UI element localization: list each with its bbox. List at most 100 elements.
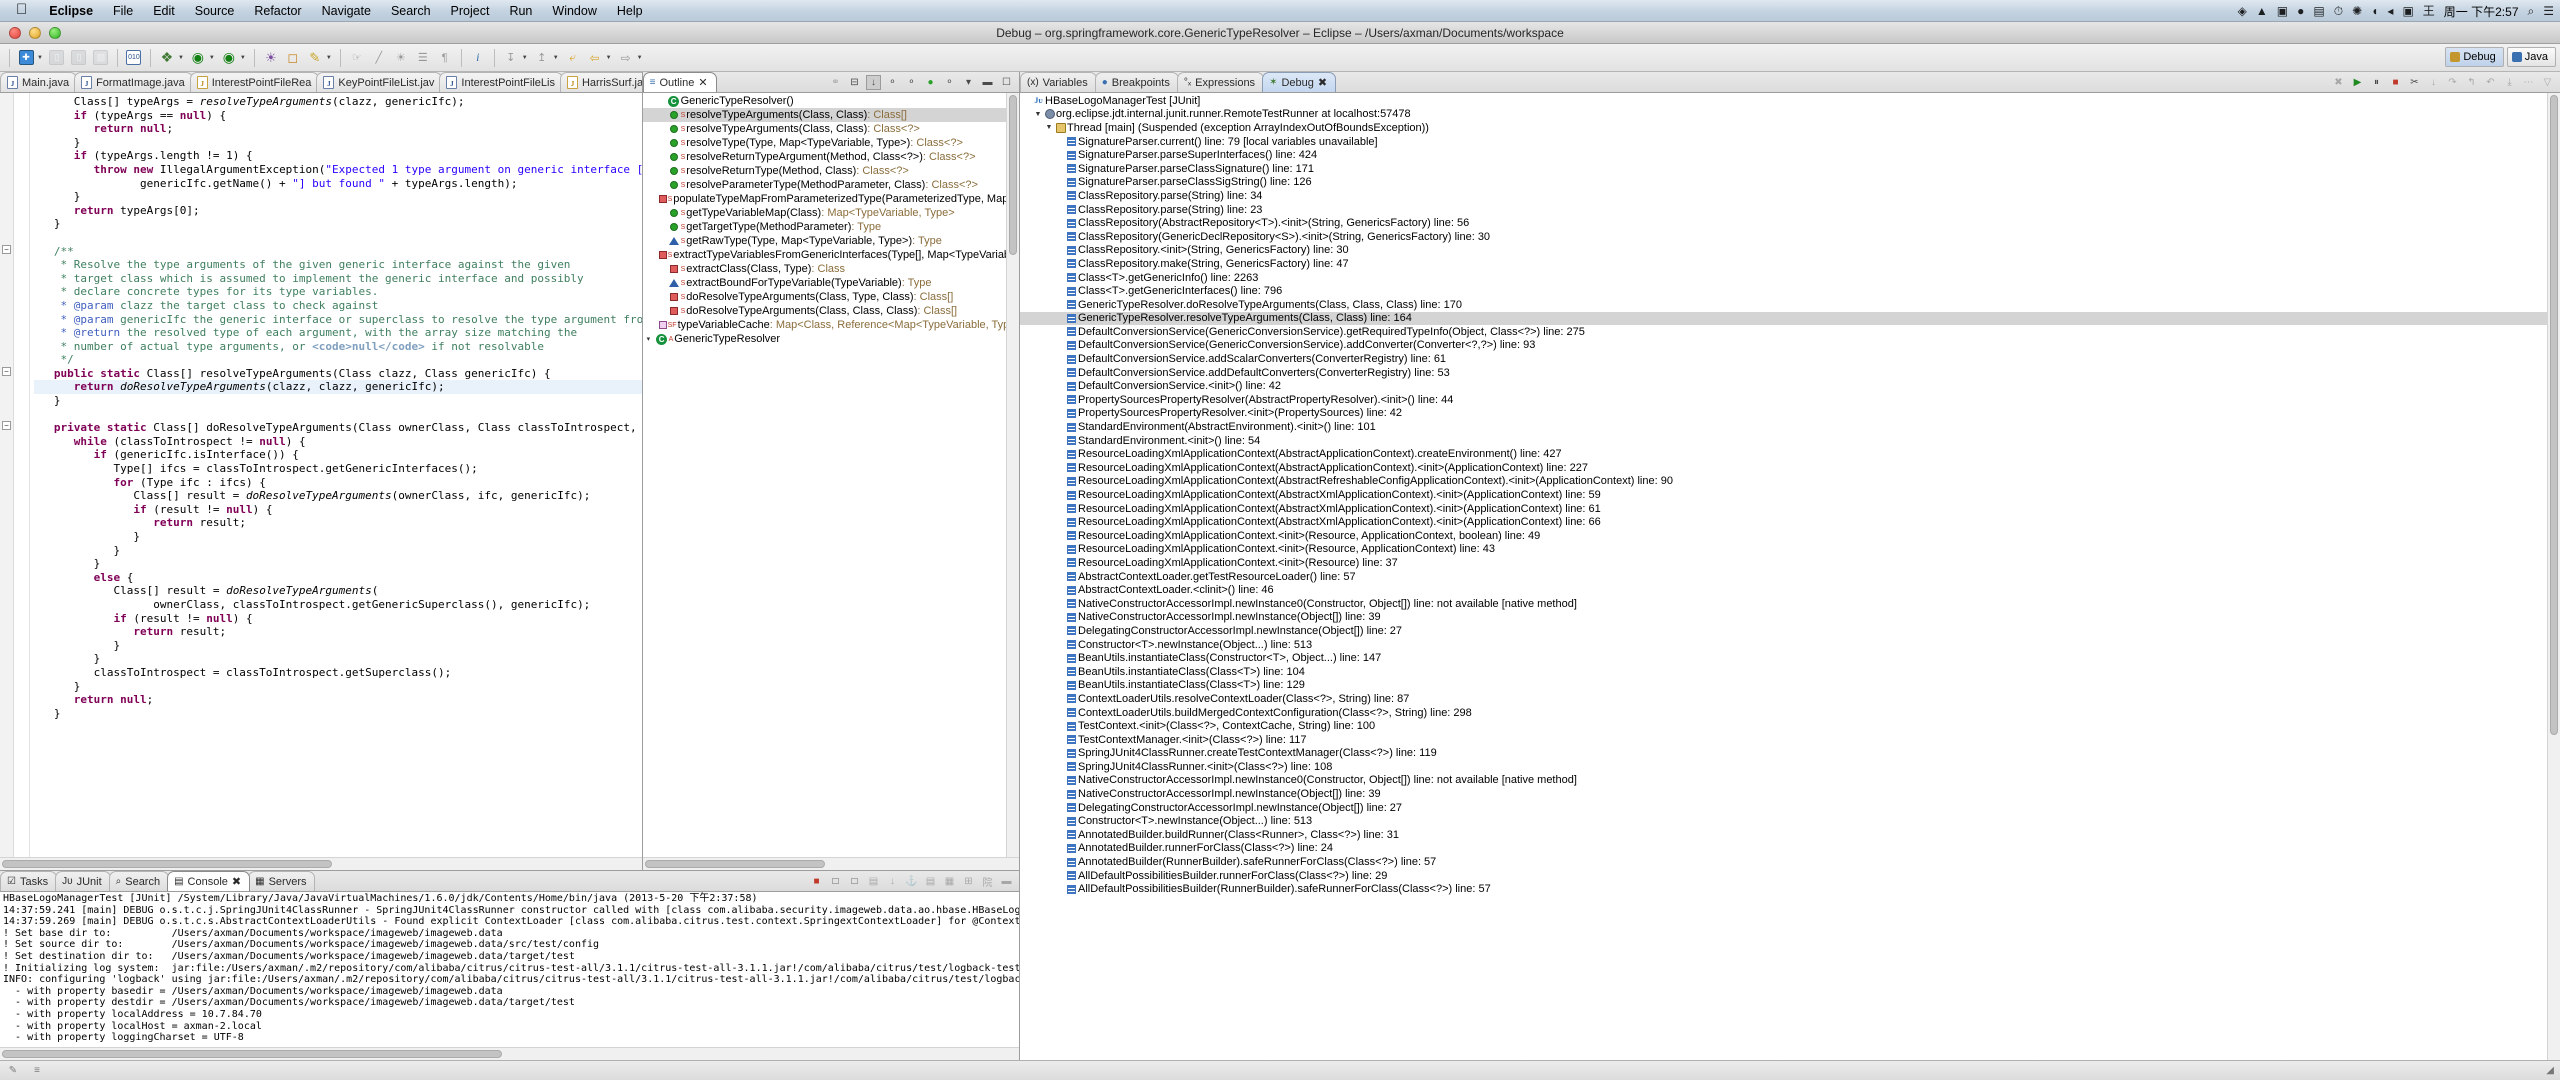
outline-item-2[interactable]: SdoResolveTypeArguments(Class, Class, Cl…: [643, 304, 1019, 318]
sort-icon[interactable]: ↓: [866, 75, 881, 90]
debug-stack-row[interactable]: ▼Thread [main] (Suspended (exception Arr…: [1020, 121, 2560, 135]
debug-button[interactable]: ❖: [157, 48, 177, 68]
expander-icon[interactable]: ▼: [1044, 124, 1054, 131]
disconnect-icon[interactable]: ✂: [2407, 75, 2422, 90]
debug-stack-row[interactable]: AnnotatedBuilder.buildRunner(Class<Runne…: [1020, 828, 2560, 842]
external-tools-button[interactable]: ✎: [305, 48, 325, 68]
debug-stack-row[interactable]: PropertySourcesPropertyResolver.<init>(P…: [1020, 407, 2560, 421]
debug-stack-row[interactable]: Constructor<T>.newInstance(Object...) li…: [1020, 814, 2560, 828]
debug-stack-row[interactable]: DefaultConversionService(GenericConversi…: [1020, 339, 2560, 353]
outline-vscrollbar[interactable]: [1006, 93, 1019, 857]
sync-icon[interactable]: ✺: [2352, 5, 2362, 17]
close-icon[interactable]: ✖: [1318, 76, 1327, 89]
run-dropdown-arrow[interactable]: ▼: [209, 55, 215, 61]
console-output[interactable]: HBaseLogoManagerTest [JUnit] /System/Lib…: [0, 892, 1019, 1047]
outline-item-4[interactable]: SextractBoundForTypeVariable(TypeVariabl…: [643, 276, 1019, 290]
debug-stack-row[interactable]: ResourceLoadingXmlApplicationContext(Abs…: [1020, 475, 2560, 489]
mac-menu-project[interactable]: Project: [441, 0, 500, 22]
menu-clock[interactable]: 周一 下午2:57: [2444, 3, 2519, 20]
debug-stack-row[interactable]: ResourceLoadingXmlApplicationContext.<in…: [1020, 543, 2560, 557]
last-edit-location-button[interactable]: ⤶: [563, 48, 583, 68]
debug-stack-row[interactable]: ClassRepository(GenericDeclRepository<S>…: [1020, 230, 2560, 244]
debug-stack-row[interactable]: AllDefaultPossibilitiesBuilder.runnerFor…: [1020, 869, 2560, 883]
search-button[interactable]: ╱: [369, 48, 389, 68]
editor-tab-5[interactable]: JHarrisSurf.java: [560, 72, 642, 92]
back-dropdown-arrow[interactable]: ▼: [606, 55, 612, 61]
mac-menu-navigate[interactable]: Navigate: [312, 0, 381, 22]
close-window-button[interactable]: [9, 27, 21, 39]
forward-dropdown-arrow[interactable]: ▼: [637, 55, 643, 61]
resume-icon[interactable]: ▶: [2350, 75, 2365, 90]
remove-all-icon[interactable]: □: [847, 874, 862, 889]
debug-stack-row[interactable]: ClassRepository.<init>(String, GenericsF…: [1020, 244, 2560, 258]
open-task-button[interactable]: ◻: [283, 48, 303, 68]
step-return-icon[interactable]: ↰: [2464, 75, 2479, 90]
debug-stack-row[interactable]: SignatureParser.current() line: 79 [loca…: [1020, 135, 2560, 149]
bottom-tab-servers[interactable]: ▦Servers: [248, 871, 315, 891]
zoom-window-button[interactable]: [49, 27, 61, 39]
new-java-class-button[interactable]: 010: [124, 48, 144, 68]
debug-stack-row[interactable]: NativeConstructorAccessorImpl.newInstanc…: [1020, 597, 2560, 611]
open-type-button[interactable]: ☀: [261, 48, 281, 68]
debug-stack-row[interactable]: AbstractContextLoader.<clinit>() line: 4…: [1020, 583, 2560, 597]
open-task-repository-button[interactable]: ☀: [391, 48, 411, 68]
debug-stack-row[interactable]: StandardEnvironment(AbstractEnvironment)…: [1020, 420, 2560, 434]
debug-stack-row[interactable]: JᴜHBaseLogoManagerTest [JUnit]: [1020, 94, 2560, 108]
display-console-icon[interactable]: ▤: [923, 874, 938, 889]
outline-item-1[interactable]: SFtypeVariableCache : Map<Class, Referen…: [643, 318, 1019, 332]
debug-stack-row[interactable]: ClassRepository(AbstractRepository<T>).<…: [1020, 216, 2560, 230]
editor-tab-0[interactable]: JMain.java: [0, 72, 77, 92]
editor-tab-4[interactable]: JInterestPointFileLis: [439, 72, 563, 92]
outline-item-16[interactable]: SresolveTypeArguments(Class, Class) : Cl…: [643, 108, 1019, 122]
fold-toggle-icon[interactable]: −: [2, 367, 11, 376]
debug-stack-row[interactable]: ResourceLoadingXmlApplicationContext.<in…: [1020, 529, 2560, 543]
debug-stack-row[interactable]: AnnotatedBuilder(RunnerBuilder).safeRunn…: [1020, 855, 2560, 869]
debug-stack-row[interactable]: ResourceLoadingXmlApplicationContext(Abs…: [1020, 502, 2560, 516]
save-button[interactable]: ▯: [47, 48, 67, 68]
open-console-icon[interactable]: ▦: [942, 874, 957, 889]
debug-stack-row[interactable]: SignatureParser.parseSuperInterfaces() l…: [1020, 148, 2560, 162]
external-tools-dropdown-arrow[interactable]: ▼: [326, 55, 332, 61]
print-button[interactable]: ▧: [91, 48, 111, 68]
drop-to-frame-icon[interactable]: ↶: [2483, 75, 2498, 90]
mac-menu-search[interactable]: Search: [381, 0, 441, 22]
dropbox-icon[interactable]: ▲: [2256, 5, 2268, 17]
debug-stack-row[interactable]: DelegatingConstructorAccessorImpl.newIns…: [1020, 624, 2560, 638]
previous-annotation-button[interactable]: ↥: [532, 48, 552, 68]
debug-stack-row[interactable]: TestContextManager.<init>(Class<?>) line…: [1020, 733, 2560, 747]
folding-gutter[interactable]: −−−: [0, 93, 14, 857]
debug-stack-row[interactable]: ContextLoaderUtils.resolveContextLoader(…: [1020, 692, 2560, 706]
outline-item-6[interactable]: SextractTypeVariablesFromGenericInterfac…: [643, 248, 1019, 262]
pin-console-icon[interactable]: ⚓: [904, 874, 919, 889]
bottom-tab-search[interactable]: ⌕Search: [109, 871, 169, 891]
hide-static-icon[interactable]: ⚬: [885, 75, 900, 90]
hide-non-public-icon[interactable]: ⚬: [904, 75, 919, 90]
outline-item-15[interactable]: SresolveTypeArguments(Class, Class) : Cl…: [643, 122, 1019, 136]
debug-stack-tree[interactable]: JᴜHBaseLogoManagerTest [JUnit]▼org.eclip…: [1020, 93, 2560, 1060]
hide-local-icon[interactable]: ⚬: [942, 75, 957, 90]
debug-stack-row[interactable]: DelegatingConstructorAccessorImpl.newIns…: [1020, 801, 2560, 815]
debug-stack-row[interactable]: GenericTypeResolver.resolveTypeArguments…: [1020, 312, 2560, 326]
expander-icon[interactable]: ▼: [1033, 111, 1043, 118]
debug-tab-variables[interactable]: (x)Variables: [1020, 72, 1097, 92]
debug-dropdown-arrow[interactable]: ▼: [178, 55, 184, 61]
debug-stack-row[interactable]: NativeConstructorAccessorImpl.newInstanc…: [1020, 787, 2560, 801]
skip-breakpoints-icon[interactable]: ✖: [2331, 75, 2346, 90]
info-marker-button[interactable]: i: [468, 48, 488, 68]
debug-stack-row[interactable]: ▼org.eclipse.jdt.internal.junit.runner.R…: [1020, 108, 2560, 122]
next-annotation-dropdown-arrow[interactable]: ▼: [522, 55, 528, 61]
outline-item-7[interactable]: SgetRawType(Type, Map<TypeVariable, Type…: [643, 234, 1019, 248]
bottom-tab-tasks[interactable]: ☑Tasks: [0, 871, 57, 891]
debug-stack-row[interactable]: SignatureParser.parseClassSigString() li…: [1020, 176, 2560, 190]
debug-stack-row[interactable]: SpringJUnit4ClassRunner.createTestContex…: [1020, 747, 2560, 761]
new-wizard-dropdown-arrow[interactable]: ▼: [37, 55, 43, 61]
outline-item-8[interactable]: SgetTargetType(MethodParameter) : Type: [643, 220, 1019, 234]
wifi-icon[interactable]: ◖: [2371, 5, 2378, 17]
menu-icon[interactable]: ⊞: [961, 874, 976, 889]
tab-outline[interactable]: ≡ Outline ✕: [643, 72, 717, 92]
mac-menu-file[interactable]: File: [103, 0, 143, 22]
debug-stack-row[interactable]: ClassRepository.parse(String) line: 34: [1020, 189, 2560, 203]
debug-stack-row[interactable]: ClassRepository.parse(String) line: 23: [1020, 203, 2560, 217]
outline-item-9[interactable]: SgetTypeVariableMap(Class) : Map<TypeVar…: [643, 206, 1019, 220]
outline-item-12[interactable]: SresolveReturnType(Method, Class) : Clas…: [643, 164, 1019, 178]
